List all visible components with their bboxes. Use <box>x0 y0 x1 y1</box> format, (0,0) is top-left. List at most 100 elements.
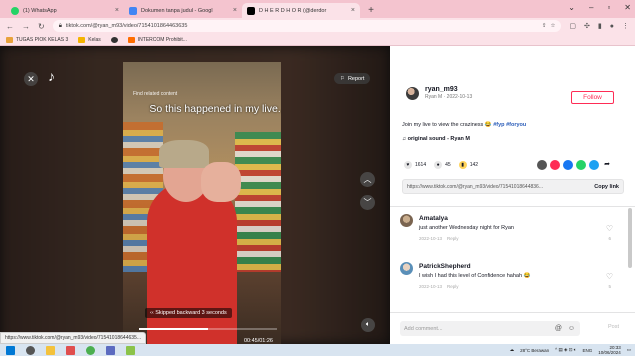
emoji-icon: 😂 <box>484 122 492 128</box>
comment-stat[interactable]: ● 45 <box>434 161 451 169</box>
comment-meta: 2022-10-13 Reply <box>419 284 459 289</box>
author-info[interactable]: ryan_m93 Ryan M · 2022-10-13 <box>406 86 472 100</box>
comment-text: I wish I had this level of Confidence ha… <box>419 273 530 279</box>
video-progress-fill <box>139 328 208 330</box>
volume-button[interactable]: 🔈︎ <box>361 318 375 332</box>
profile-icon[interactable]: ● <box>610 23 614 30</box>
video-progress-bar[interactable] <box>139 328 277 330</box>
report-button[interactable]: ⚐ Report <box>334 73 371 84</box>
tray-icons[interactable]: ^ ▤ ◈ ⊡ 🔈︎ <box>555 347 576 353</box>
close-video-button[interactable]: ✕ <box>24 72 38 86</box>
skip-toast-text: Skipped backward 3 seconds <box>155 310 227 316</box>
close-window-button[interactable]: ✕ <box>624 3 631 12</box>
author-date: Ryan M · 2022-10-13 <box>425 94 473 100</box>
comment-input-row: Add comment... @ ☺ Post <box>390 312 635 344</box>
search-icon[interactable] <box>26 345 35 355</box>
video-description: Join my live to view the craziness 😂 #fy… <box>402 122 526 128</box>
notification-icon[interactable]: ▭ <box>627 347 631 353</box>
like-stat[interactable]: ♥ 1614 <box>404 161 426 169</box>
back-icon[interactable]: ← <box>6 22 14 31</box>
tab-whatsapp[interactable]: (1) WhatsApp × <box>6 3 124 18</box>
avatar[interactable] <box>400 214 413 227</box>
previous-video-button[interactable]: ︿ <box>360 172 375 187</box>
avatar[interactable] <box>400 262 413 275</box>
reload-icon[interactable]: ↻ <box>38 22 45 31</box>
scrollbar[interactable] <box>628 208 632 268</box>
bookmark-tugas[interactable]: TUGAS PIOK KELAS 3 <box>6 36 69 43</box>
author-username[interactable]: ryan_m93 <box>425 86 472 93</box>
address-bar[interactable]: 🔒︎ tiktok.com/@ryan_m93/video/7154101864… <box>52 20 562 32</box>
comment-count: 45 <box>445 162 451 168</box>
next-video-button[interactable]: ﹀ <box>360 195 375 210</box>
file-explorer-icon[interactable] <box>46 345 55 355</box>
heart-outline-icon[interactable]: ♡ <box>606 224 613 233</box>
maximize-button[interactable]: ▫ <box>607 3 610 12</box>
tab-google-docs[interactable]: Dokumen tanpa judul - Googl × <box>124 3 242 18</box>
clock[interactable]: 20:33 10/06/2024 <box>598 345 621 355</box>
close-icon[interactable]: × <box>351 7 355 14</box>
bookmark-github[interactable] <box>110 36 118 43</box>
windows-taskbar: ☁ 28°C Berawan ^ ▤ ◈ ⊡ 🔈︎ ENG 20:33 10/0… <box>0 344 635 356</box>
weather-label[interactable]: 28°C Berawan <box>520 348 549 353</box>
app-icon[interactable] <box>106 345 115 355</box>
app-icon[interactable] <box>66 345 75 355</box>
reply-button[interactable]: Reply <box>447 284 459 289</box>
system-tray: ☁ 28°C Berawan ^ ▤ ◈ ⊡ 🔈︎ ENG 20:33 10/0… <box>510 345 631 355</box>
sidepanel-icon[interactable]: ▮ <box>598 22 602 30</box>
tab-tiktok[interactable]: D H E R D H O R (@derdor × <box>242 3 360 18</box>
forward-icon[interactable]: → <box>22 22 30 31</box>
sound-link[interactable]: ♫ original sound - Ryan M <box>402 136 470 142</box>
reply-button[interactable]: Reply <box>447 236 459 241</box>
comment-input[interactable]: Add comment... @ ☺ <box>400 321 580 336</box>
whatsapp-icon[interactable] <box>576 160 586 170</box>
avatar[interactable] <box>406 86 419 100</box>
bookmark-label: Kelas <box>88 36 101 43</box>
copy-link-button[interactable]: Copy link <box>594 184 619 190</box>
hashtags[interactable]: #fyp #foryou <box>493 122 526 128</box>
video-link[interactable]: https://www.tiktok.com/@ryan_m93/video/7… <box>407 184 594 190</box>
menu-icon[interactable]: ⋮ <box>622 22 629 30</box>
windows-start-icon[interactable] <box>6 345 15 355</box>
save-stat[interactable]: ▮ 142 <box>458 161 478 169</box>
new-tab-button[interactable]: + <box>364 3 378 17</box>
bookmark-label: TUGAS PIOK KELAS 3 <box>16 36 69 43</box>
post-comment-button[interactable]: Post <box>608 324 619 330</box>
extensions-puzzle-icon[interactable]: ✣ <box>584 22 590 30</box>
report-label: Report <box>347 75 365 82</box>
tab-title: D H E R D H O R (@derdor <box>259 7 327 14</box>
toolbar-icons: ▢ ✣ ▮ ● ⋮ <box>569 22 629 31</box>
minimize-button[interactable]: – <box>589 3 593 12</box>
language-indicator[interactable]: ENG <box>582 348 592 353</box>
send-icon[interactable] <box>550 160 560 170</box>
video-player[interactable]: Find related content So this happened in… <box>123 62 281 344</box>
like-count: 1614 <box>415 162 427 168</box>
comment-meta: 2022-10-13 Reply <box>419 236 459 241</box>
comment-author[interactable]: PatrickShepherd <box>419 263 471 270</box>
bookmark-kelas[interactable]: Kelas <box>78 36 101 43</box>
flag-icon: ⚐ <box>340 75 345 82</box>
embed-icon[interactable] <box>537 160 547 170</box>
bookmark-intercom[interactable]: INTERCOM Prohibit... <box>127 36 187 43</box>
related-content-label[interactable]: Find related content <box>133 91 177 97</box>
twitter-icon[interactable] <box>589 160 599 170</box>
facebook-icon[interactable] <box>563 160 573 170</box>
follow-button[interactable]: Follow <box>571 91 614 104</box>
share-arrow-icon[interactable]: ➦ <box>602 160 612 170</box>
share-icon[interactable]: ⇪ <box>542 23 547 29</box>
chevron-down-icon[interactable]: ⌄ <box>568 3 575 12</box>
tiktok-logo-icon[interactable]: ♪ <box>48 68 64 86</box>
chrome-icon[interactable] <box>86 345 95 355</box>
comment-text-body: I wish I had this level of Confidence ha… <box>419 273 523 279</box>
heart-outline-icon[interactable]: ♡ <box>606 272 613 281</box>
star-icon[interactable]: ☆ <box>550 23 555 29</box>
comment-author[interactable]: Amatalya <box>419 215 448 222</box>
app-icon[interactable] <box>126 345 135 355</box>
mention-icon[interactable]: @ <box>555 325 562 332</box>
extension-icon[interactable]: ▢ <box>569 22 576 30</box>
emoji-picker-icon[interactable]: ☺ <box>568 325 575 332</box>
share-icons: ➦ <box>537 160 612 170</box>
video-caption: So this happened in my live... <box>149 103 281 115</box>
skip-toast: ‹‹ Skipped backward 3 seconds <box>145 308 232 318</box>
close-icon[interactable]: × <box>233 7 237 14</box>
close-icon[interactable]: × <box>115 7 119 14</box>
